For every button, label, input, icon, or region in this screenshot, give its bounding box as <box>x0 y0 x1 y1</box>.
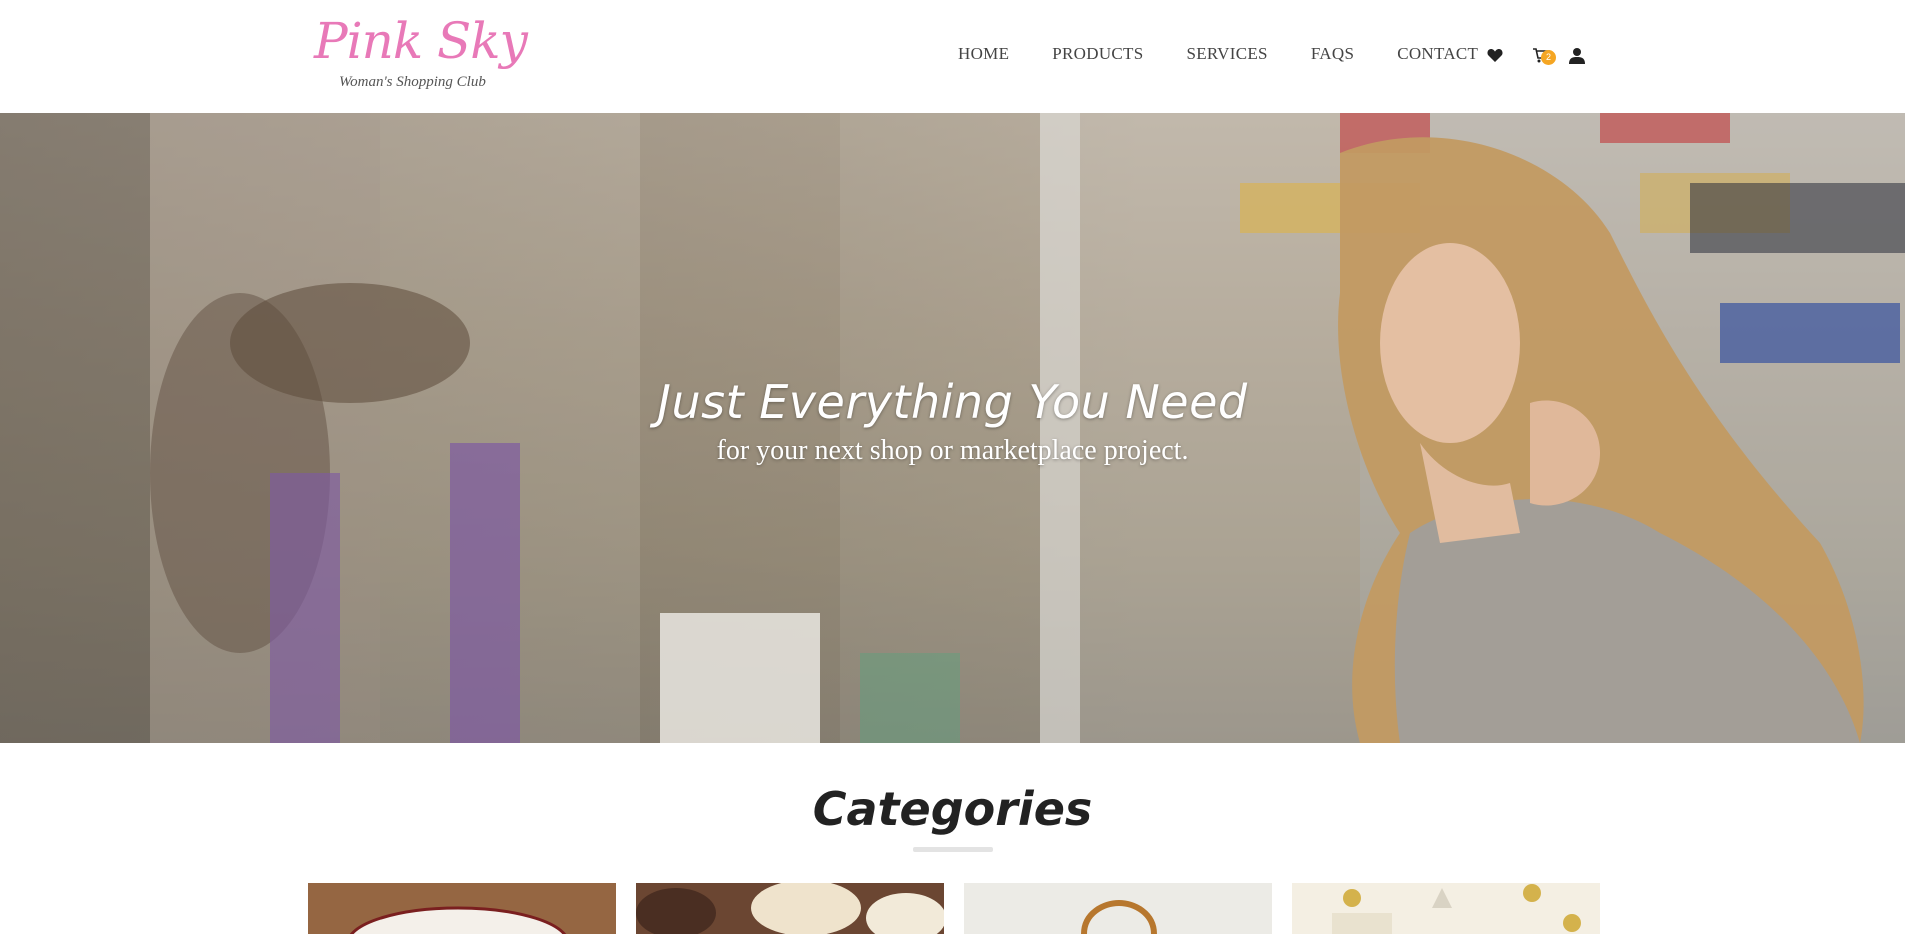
nav-icons: 2 <box>1485 45 1587 65</box>
user-icon[interactable] <box>1567 45 1587 65</box>
categories-underline <box>913 847 993 852</box>
category-card-gifts[interactable] <box>1292 883 1600 934</box>
heart-icon[interactable] <box>1485 45 1505 65</box>
hero-subtitle: for your next shop or marketplace projec… <box>716 435 1189 466</box>
hero-title: Just Everything You Need <box>657 375 1248 429</box>
categories-heading: Categories <box>812 782 1093 836</box>
category-card-plate[interactable] <box>308 883 616 934</box>
logo-title: Pink Sky <box>314 12 528 70</box>
category-image-gifts <box>1292 883 1600 934</box>
cart-icon[interactable]: 2 <box>1527 45 1556 65</box>
site-header: Pink Sky Woman's Shopping Club HOME PROD… <box>0 0 1905 113</box>
hero-banner: Just Everything You Need for your next s… <box>0 113 1905 743</box>
nav-link-home[interactable]: HOME <box>958 44 1009 64</box>
main-nav: HOME PRODUCTS SERVICES FAQS CONTACT <box>958 44 1478 64</box>
nav-link-services[interactable]: SERVICES <box>1186 44 1267 64</box>
nav-link-products[interactable]: PRODUCTS <box>1052 44 1143 64</box>
category-image-basket <box>964 883 1272 934</box>
category-card-cupcakes[interactable] <box>636 883 944 934</box>
categories-grid <box>308 883 1600 934</box>
logo-tagline: Woman's Shopping Club <box>339 74 486 90</box>
category-image-cupcakes <box>636 883 944 934</box>
cart-count-badge: 2 <box>1541 50 1556 65</box>
category-image-plate <box>308 883 616 934</box>
hero-content: Just Everything You Need for your next s… <box>0 375 1905 467</box>
nav-link-faqs[interactable]: FAQS <box>1311 44 1354 64</box>
category-card-basket[interactable] <box>964 883 1272 934</box>
logo[interactable]: Pink Sky Woman's Shopping Club <box>314 12 528 98</box>
nav-link-contact[interactable]: CONTACT <box>1397 44 1478 64</box>
